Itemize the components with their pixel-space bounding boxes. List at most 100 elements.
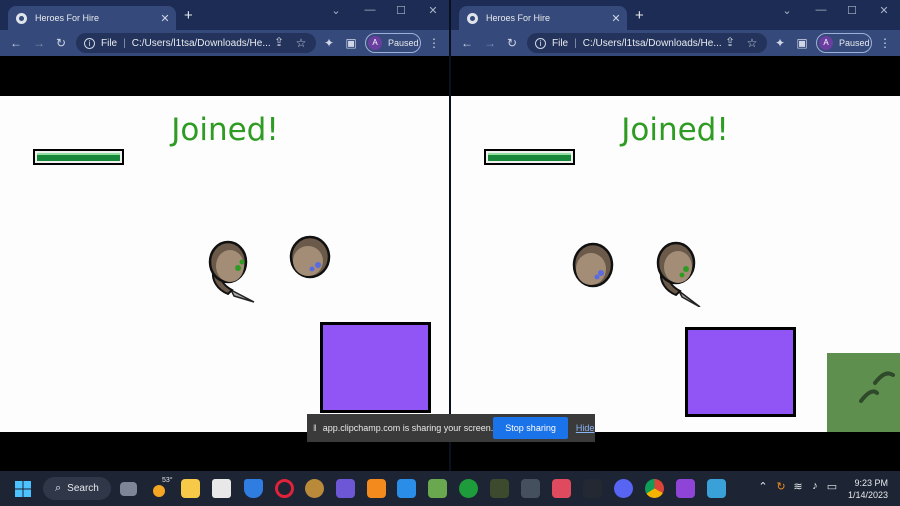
purple-block bbox=[685, 327, 796, 417]
drag-handle-icon[interactable]: ‖ bbox=[313, 423, 317, 433]
screen-share-bar: ‖ app.clipchamp.com is sharing your scre… bbox=[307, 414, 595, 442]
windows-start-icon[interactable] bbox=[15, 481, 31, 497]
profile-button[interactable]: A Paused bbox=[365, 33, 421, 53]
tab-close-icon[interactable]: ✕ bbox=[157, 12, 173, 25]
clock-time: 9:23 PM bbox=[854, 478, 888, 488]
share-icon[interactable]: ⇪ bbox=[723, 34, 737, 50]
browser-tab[interactable]: Heroes For Hire ✕ bbox=[8, 6, 176, 30]
vscode-icon[interactable] bbox=[397, 479, 416, 498]
globe-icon bbox=[467, 12, 478, 24]
terrain-tile bbox=[827, 353, 900, 432]
player-hero-with-dagger bbox=[656, 241, 701, 307]
health-fill bbox=[37, 153, 120, 161]
star-icon[interactable]: ☆ bbox=[745, 35, 759, 51]
globe-icon bbox=[16, 12, 27, 24]
purple-block bbox=[320, 322, 431, 413]
maximize-button[interactable]: ☐ bbox=[845, 4, 859, 17]
app-icon[interactable] bbox=[212, 479, 231, 498]
back-icon[interactable]: ← bbox=[9, 35, 23, 51]
battery-icon[interactable]: ▭ bbox=[825, 480, 839, 493]
health-bar bbox=[484, 149, 575, 165]
stop-sharing-button[interactable]: Stop sharing bbox=[493, 417, 568, 439]
maximize-button[interactable]: ☐ bbox=[394, 4, 408, 17]
forward-icon[interactable]: → bbox=[32, 35, 46, 51]
chevron-up-icon[interactable]: ⌃ bbox=[756, 480, 770, 493]
hide-link[interactable]: Hide bbox=[576, 423, 595, 433]
address-scheme: File bbox=[552, 37, 569, 49]
file-explorer-icon[interactable] bbox=[181, 479, 200, 498]
title-bar: Heroes For Hire ✕ + ⌄ — ☐ ✕ bbox=[0, 0, 449, 30]
sidepanel-icon[interactable]: ▣ bbox=[795, 35, 809, 51]
terminal-icon[interactable] bbox=[490, 479, 509, 498]
taskbar-search[interactable]: ⌕ Search bbox=[43, 477, 111, 500]
close-window-button[interactable]: ✕ bbox=[877, 4, 891, 17]
profile-status: Paused bbox=[388, 38, 419, 48]
page-viewport: Joined! bbox=[0, 56, 449, 432]
discord-icon[interactable] bbox=[614, 479, 633, 498]
reload-icon[interactable]: ↻ bbox=[54, 35, 68, 51]
sync-icon[interactable]: ↻ bbox=[774, 480, 788, 493]
game-bar-icon[interactable] bbox=[521, 479, 540, 498]
weather-temp: 53° bbox=[162, 477, 173, 484]
browser-window-left: Heroes For Hire ✕ + ⌄ — ☐ ✕ ← → ↻ i File… bbox=[0, 0, 449, 471]
health-fill bbox=[488, 153, 571, 161]
menu-icon[interactable]: ⋮ bbox=[427, 35, 441, 51]
profile-button[interactable]: A Paused bbox=[816, 33, 872, 53]
info-icon[interactable]: i bbox=[535, 37, 546, 49]
title-bar: Heroes For Hire ✕ + ⌄ — ☐ ✕ bbox=[451, 0, 900, 30]
game-status-text: Joined! bbox=[171, 112, 279, 148]
game-canvas[interactable]: Joined! bbox=[0, 96, 449, 432]
back-icon[interactable]: ← bbox=[460, 35, 474, 51]
minimize-button[interactable]: — bbox=[814, 4, 828, 16]
weather-icon bbox=[153, 485, 165, 497]
explorer-icon[interactable] bbox=[707, 479, 726, 498]
browser-toolbar: ← → ↻ i File | C:/Users/l1tsa/Downloads/… bbox=[0, 30, 449, 56]
xbox-icon[interactable] bbox=[459, 479, 478, 498]
avatar: A bbox=[368, 36, 382, 50]
share-icon[interactable]: ⇪ bbox=[272, 34, 286, 50]
ally-hero bbox=[289, 235, 331, 279]
star-icon[interactable]: ☆ bbox=[294, 35, 308, 51]
clock[interactable]: 9:23 PM 1/14/2023 bbox=[848, 477, 888, 501]
clipchamp-icon[interactable] bbox=[676, 479, 695, 498]
extensions-icon[interactable]: ✦ bbox=[773, 35, 787, 51]
game-icon[interactable] bbox=[305, 479, 324, 498]
sidepanel-icon[interactable]: ▣ bbox=[344, 35, 358, 51]
avatar: A bbox=[819, 36, 833, 50]
minimize-button[interactable]: — bbox=[363, 4, 377, 16]
search-icon: ⌕ bbox=[55, 482, 62, 494]
task-view-icon[interactable] bbox=[120, 482, 137, 496]
profile-status: Paused bbox=[839, 38, 870, 48]
weather-widget[interactable]: 53° bbox=[150, 477, 173, 498]
forward-icon[interactable]: → bbox=[483, 35, 497, 51]
notes-icon[interactable] bbox=[336, 479, 355, 498]
minecraft-icon[interactable] bbox=[428, 479, 447, 498]
info-icon[interactable]: i bbox=[84, 37, 95, 49]
browser-tab[interactable]: Heroes For Hire ✕ bbox=[459, 6, 627, 30]
wifi-icon[interactable]: ≋ bbox=[791, 480, 805, 493]
clock-date: 1/14/2023 bbox=[847, 490, 888, 500]
tab-search-icon[interactable]: ⌄ bbox=[780, 4, 794, 17]
game-status-text: Joined! bbox=[621, 112, 729, 148]
alienware-icon[interactable] bbox=[583, 479, 602, 498]
new-tab-button[interactable]: + bbox=[184, 8, 193, 23]
app-store-icon[interactable] bbox=[552, 479, 571, 498]
ally-hero bbox=[572, 242, 614, 288]
tab-search-icon[interactable]: ⌄ bbox=[329, 4, 343, 17]
menu-icon[interactable]: ⋮ bbox=[878, 35, 892, 51]
terrain-pattern-icon bbox=[859, 371, 895, 403]
chrome-icon[interactable] bbox=[645, 479, 664, 498]
extensions-icon[interactable]: ✦ bbox=[322, 35, 336, 51]
player-hero-with-dagger bbox=[208, 240, 255, 303]
tab-close-icon[interactable]: ✕ bbox=[608, 12, 624, 25]
browser-toolbar: ← → ↻ i File | C:/Users/l1tsa/Downloads/… bbox=[451, 30, 900, 56]
volume-icon[interactable]: ♪ bbox=[808, 480, 822, 492]
close-window-button[interactable]: ✕ bbox=[426, 4, 440, 17]
new-tab-button[interactable]: + bbox=[635, 8, 644, 23]
sublime-icon[interactable] bbox=[367, 479, 386, 498]
share-message: app.clipchamp.com is sharing your screen… bbox=[322, 423, 494, 433]
reload-icon[interactable]: ↻ bbox=[505, 35, 519, 51]
address-scheme: File bbox=[101, 37, 118, 49]
security-icon[interactable] bbox=[244, 479, 263, 498]
opera-icon[interactable] bbox=[275, 479, 294, 498]
